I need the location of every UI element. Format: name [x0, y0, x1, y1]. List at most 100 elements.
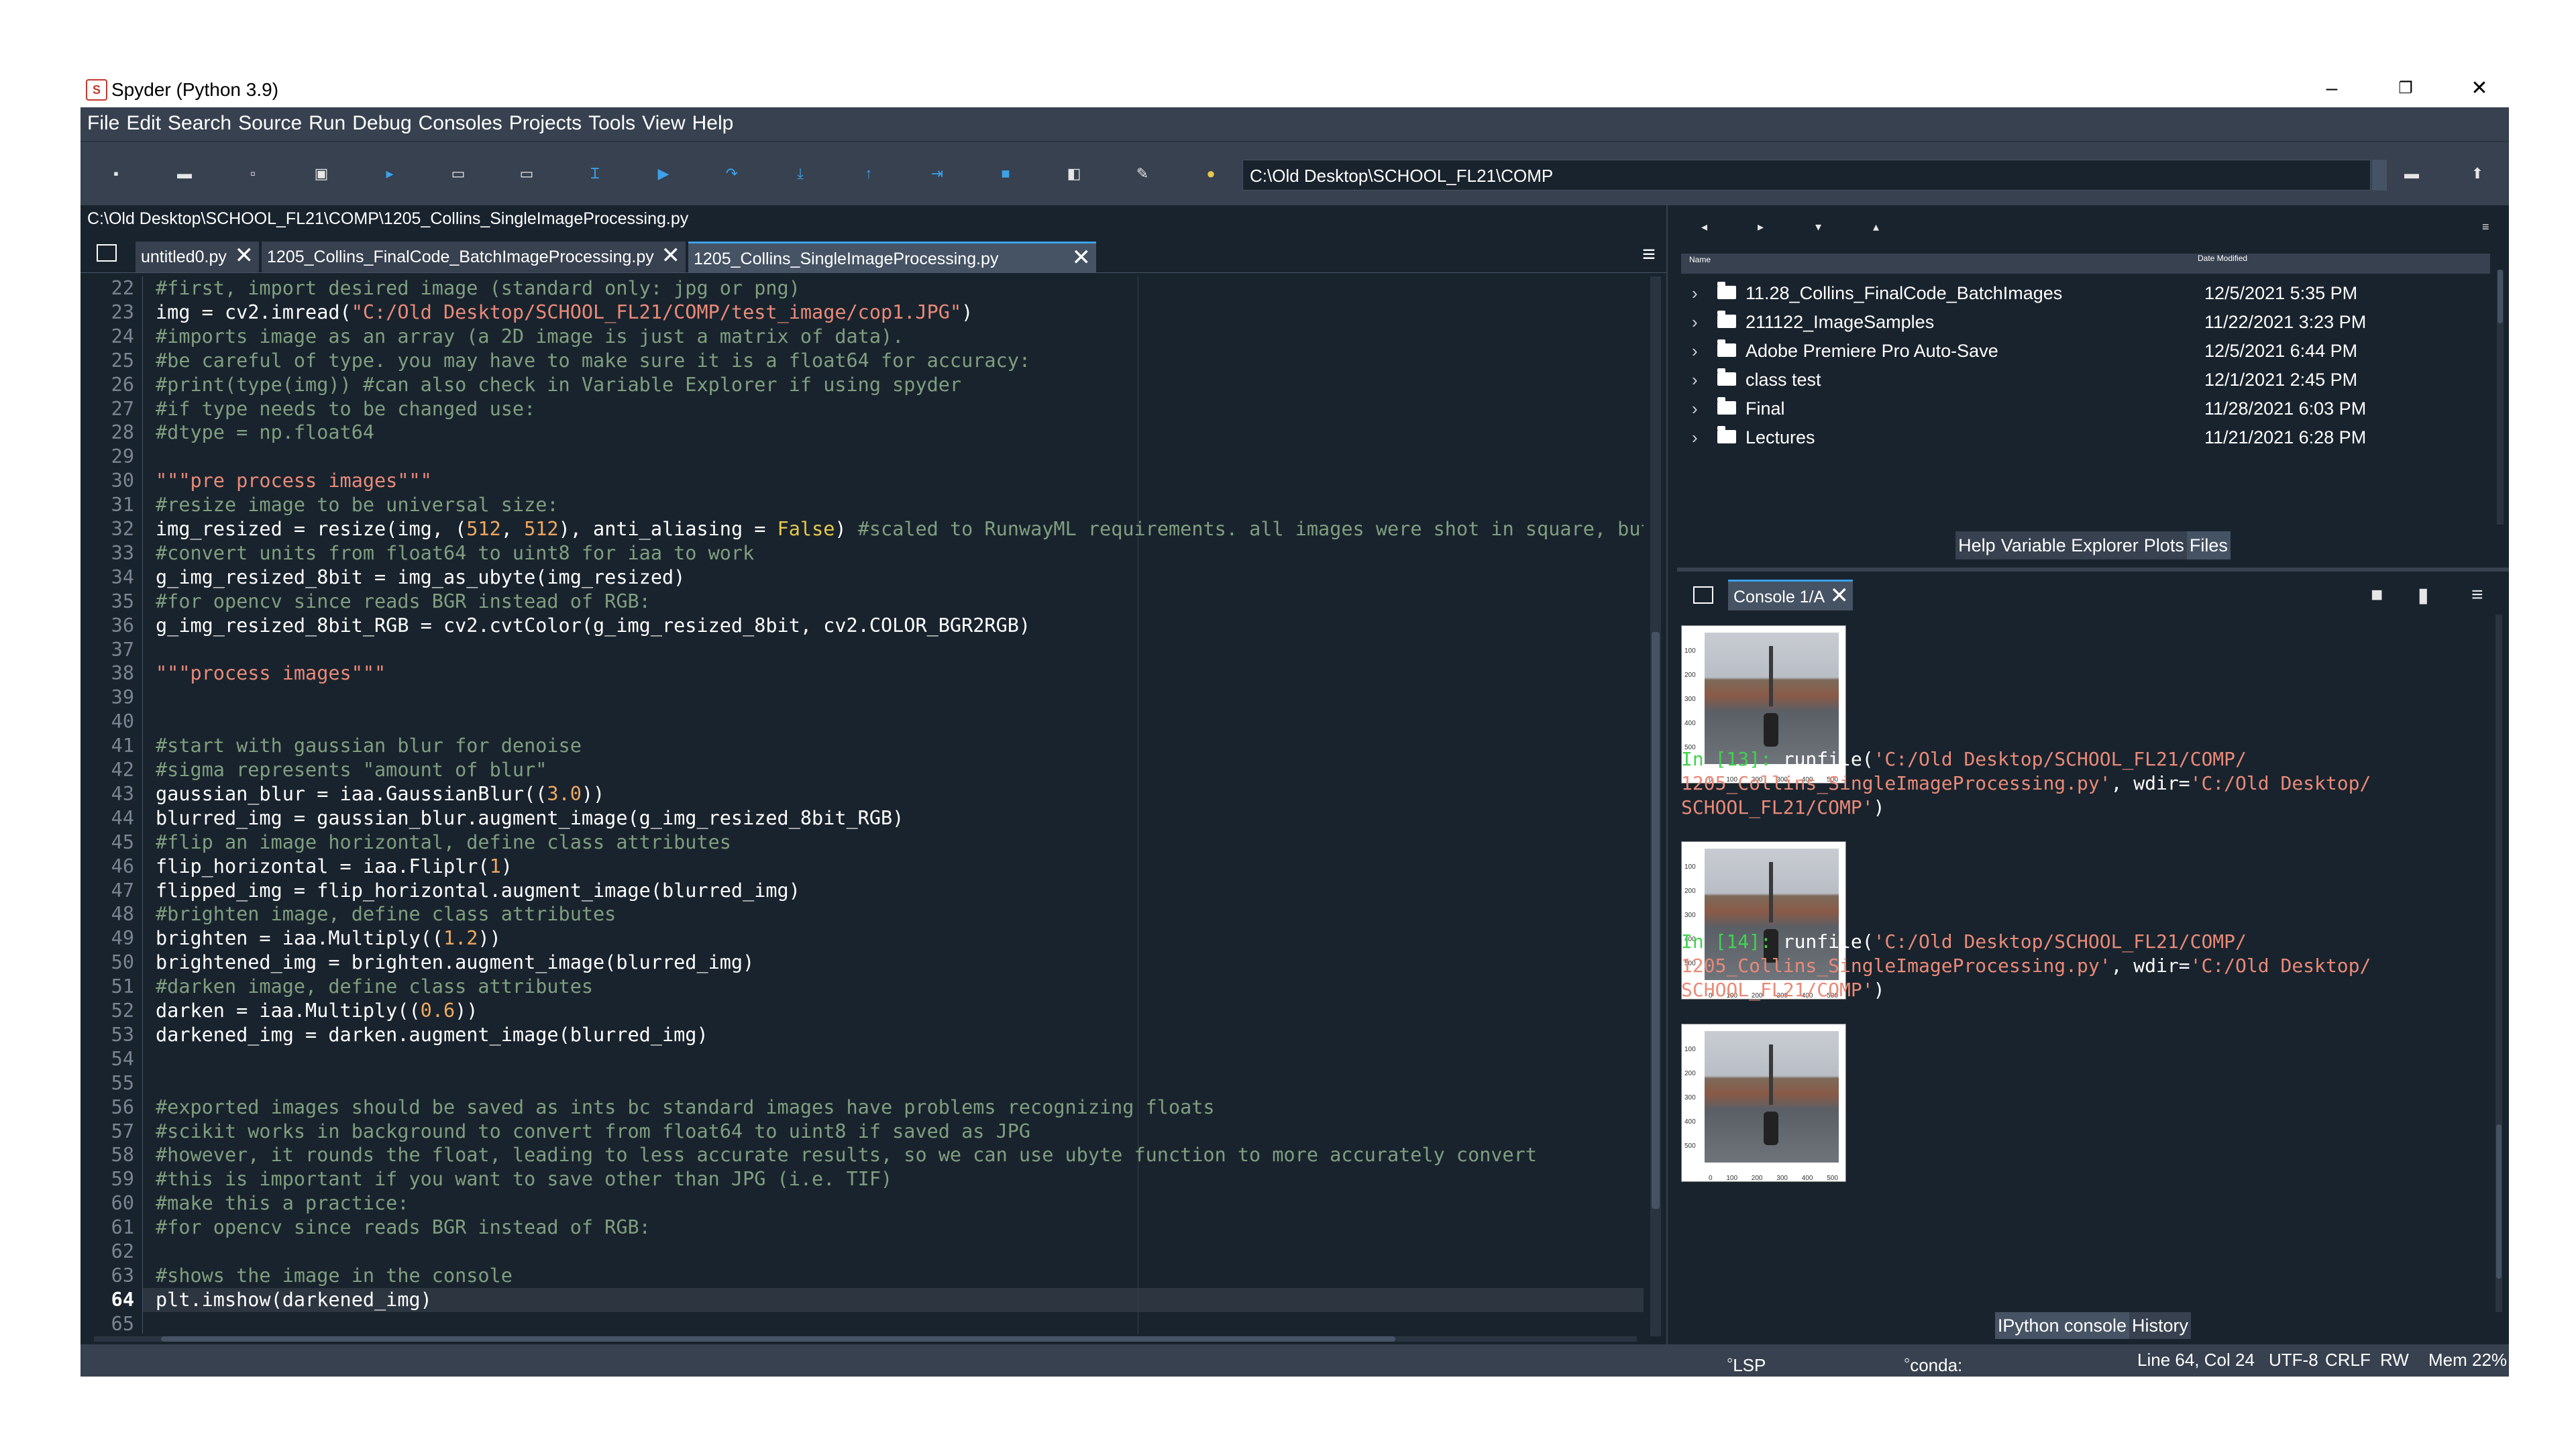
code-line[interactable]: #for opencv since reads BGR instead of R…: [156, 590, 651, 614]
browse-tabs-icon[interactable]: [97, 244, 117, 262]
continue-icon[interactable]: ⇥: [928, 165, 946, 182]
file-row[interactable]: › Final 11/28/2021 6:03 PM: [1681, 394, 2490, 423]
tab-single-image-processing[interactable]: 1205_Collins_SingleImageProcessing.py ✕: [688, 241, 1096, 272]
run-cell-advance-icon[interactable]: ▭: [518, 165, 535, 182]
pane-tab-plots[interactable]: Plots: [2141, 531, 2187, 559]
file-row[interactable]: › 11.28_Collins_FinalCode_BatchImages 12/5…: [1681, 279, 2490, 307]
step-over-icon[interactable]: ↷: [723, 165, 741, 182]
code-line[interactable]: #darken image, define class attributes: [156, 975, 593, 999]
close-tab-icon[interactable]: ✕: [235, 241, 254, 270]
code-line[interactable]: flip_horizontal = iaa.Fliplr(1): [156, 855, 513, 879]
run-file-icon[interactable]: ▸: [381, 165, 398, 182]
code-line[interactable]: g_img_resized_8bit = img_as_ubyte(img_re…: [156, 566, 685, 590]
files-scrollbar[interactable]: [2497, 270, 2504, 525]
save-all-icon[interactable]: ▣: [313, 165, 330, 182]
menu-edit[interactable]: Edit: [126, 107, 161, 140]
plot-image[interactable]: 100 200 300 400 500 0 100 200 300 400 500: [1681, 1024, 1846, 1182]
file-row[interactable]: › 211122_ImageSamples 11/22/2021 3:23 PM: [1681, 308, 2490, 336]
code-line[interactable]: """pre process images""": [156, 469, 432, 493]
up-icon[interactable]: ▴: [1873, 220, 1879, 234]
code-line[interactable]: #convert units from float64 to uint8 for…: [156, 541, 754, 566]
restore-button[interactable]: ❐: [2385, 75, 2426, 102]
menu-run[interactable]: Run: [309, 107, 345, 140]
code-line[interactable]: #first, import desired image (standard o…: [156, 276, 800, 301]
editor-options-menu-icon[interactable]: ≡: [1642, 241, 1656, 268]
file-row[interactable]: › Lectures 11/21/2021 6:28 PM: [1681, 423, 2490, 451]
minimize-button[interactable]: –: [2312, 75, 2352, 102]
files-options-icon[interactable]: ≡: [2482, 220, 2489, 234]
expand-chevron-icon[interactable]: ›: [1692, 366, 1698, 394]
code-line[interactable]: #imports image as an array (a 2D image i…: [156, 325, 904, 349]
date-column-header[interactable]: Date Modified: [2198, 254, 2247, 263]
step-into-icon[interactable]: ⤓: [792, 165, 809, 182]
editor-vertical-scrollbar[interactable]: [1650, 276, 1661, 1336]
pane-tab-ipython-console[interactable]: IPython console: [1994, 1312, 2130, 1339]
menu-file[interactable]: File: [87, 107, 119, 140]
editor-horizontal-scrollbar[interactable]: [94, 1336, 1637, 1342]
code-line[interactable]: #scikit works in background to convert f…: [156, 1120, 1030, 1144]
code-area[interactable]: 22 23 24 25 26 27 28 29 30 31 32 33 34 35 36 37 38 39 40 41…: [80, 276, 1644, 1334]
open-file-icon[interactable]: ▬: [176, 165, 193, 182]
browse-console-tabs-icon[interactable]: [1693, 586, 1713, 604]
remove-variables-icon[interactable]: ▮: [2418, 584, 2429, 607]
close-tab-icon[interactable]: ✕: [1830, 582, 1849, 610]
pane-tab-help[interactable]: Help: [1955, 531, 1998, 559]
close-tab-icon[interactable]: ✕: [661, 241, 681, 270]
code-line[interactable]: img = cv2.imread("C:/Old Desktop/SCHOOL_…: [156, 301, 973, 325]
pane-tab-history[interactable]: History: [2129, 1312, 2192, 1339]
python-path-icon[interactable]: ●: [1202, 165, 1220, 182]
maximize-pane-icon[interactable]: ◧: [1065, 165, 1083, 182]
menu-search[interactable]: Search: [168, 107, 231, 140]
code-line[interactable]: #however, it rounds the float, leading t…: [156, 1143, 1537, 1167]
code-line[interactable]: g_img_resized_8bit_RGB = cv2.cvtColor(g_…: [156, 614, 1030, 638]
code-line[interactable]: img_resized = resize(img, (512, 512), an…: [156, 517, 1644, 541]
code-line[interactable]: #exported images should be saved as ints…: [156, 1095, 1215, 1120]
save-file-icon[interactable]: ▫: [244, 165, 262, 182]
tab-batch-image-processing[interactable]: 1205_Collins_FinalCode_BatchImageProcess…: [262, 241, 686, 272]
code-line[interactable]: #be careful of type. you may have to mak…: [156, 349, 1030, 373]
console-options-icon[interactable]: ≡: [2471, 584, 2483, 606]
file-row[interactable]: › class test 12/1/2021 2:45 PM: [1681, 366, 2490, 394]
code-line[interactable]: brighten = iaa.Multiply((1.2)): [156, 926, 501, 951]
forward-icon[interactable]: ▸: [1758, 220, 1764, 234]
code-line[interactable]: darkened_img = darken.augment_image(blur…: [156, 1023, 708, 1047]
code-line[interactable]: #print(type(img)) #can also check in Var…: [156, 373, 961, 397]
menu-projects[interactable]: Projects: [509, 107, 582, 140]
browse-directory-icon[interactable]: ▬: [2403, 165, 2420, 182]
code-line[interactable]: #if type needs to be changed use:: [156, 397, 535, 421]
close-tab-icon[interactable]: ✕: [1072, 244, 1091, 272]
menu-debug[interactable]: Debug: [352, 107, 411, 140]
code-line[interactable]: gaussian_blur = iaa.GaussianBlur((3.0)): [156, 782, 604, 806]
tab-console-1a[interactable]: Console 1/A ✕: [1728, 580, 1853, 610]
code-line[interactable]: #dtype = np.float64: [156, 421, 374, 445]
down-icon[interactable]: ▾: [1815, 220, 1821, 234]
interrupt-kernel-icon[interactable]: ■: [2371, 584, 2383, 606]
debug-file-icon[interactable]: ▶: [655, 165, 672, 182]
code-line[interactable]: #for opencv since reads BGR instead of R…: [156, 1216, 651, 1240]
menu-tools[interactable]: Tools: [588, 107, 635, 140]
code-line[interactable]: #this is important if you want to save o…: [156, 1167, 892, 1191]
expand-chevron-icon[interactable]: ›: [1692, 423, 1698, 451]
code-line[interactable]: #flip an image horizontal, define class …: [156, 830, 731, 855]
code-line[interactable]: #resize image to be universal size:: [156, 493, 559, 517]
code-line[interactable]: #brighten image, define class attributes: [156, 902, 616, 926]
code-line[interactable]: darken = iaa.Multiply((0.6)): [156, 999, 478, 1023]
code-line[interactable]: brightened_img = brighten.augment_image(…: [156, 951, 754, 975]
parent-directory-icon[interactable]: ⬆: [2469, 165, 2486, 182]
new-file-icon[interactable]: ▪: [107, 165, 125, 182]
run-selection-icon[interactable]: Ɪ: [586, 165, 604, 182]
expand-chevron-icon[interactable]: ›: [1692, 308, 1698, 336]
expand-chevron-icon[interactable]: ›: [1692, 279, 1698, 307]
code-line[interactable]: blurred_img = gaussian_blur.augment_imag…: [156, 806, 904, 830]
code-line[interactable]: #sigma represents "amount of blur": [156, 758, 547, 782]
expand-chevron-icon[interactable]: ›: [1692, 337, 1698, 365]
preferences-wrench-icon[interactable]: ✎: [1134, 165, 1151, 182]
working-directory-dropdown[interactable]: [2372, 160, 2387, 191]
expand-chevron-icon[interactable]: ›: [1692, 394, 1698, 423]
code-line[interactable]: """process images""": [156, 661, 386, 686]
console-output[interactable]: 100 200 300 400 500 0 100 200 300 400 500 In […: [1677, 614, 2496, 1312]
run-cell-icon[interactable]: ▭: [449, 165, 467, 182]
code-line[interactable]: #shows the image in the console: [156, 1264, 513, 1288]
menu-source[interactable]: Source: [238, 107, 302, 140]
pane-tab-files[interactable]: Files: [2186, 531, 2231, 559]
